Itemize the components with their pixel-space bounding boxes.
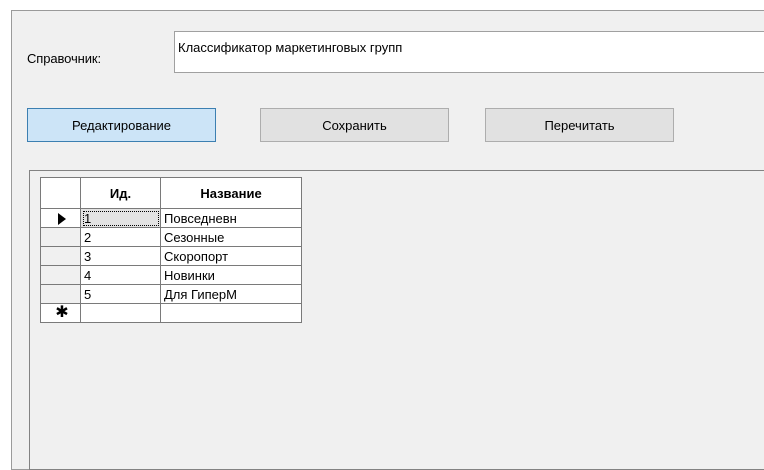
cell-name[interactable]: Повседневн (160, 208, 302, 228)
row-selector[interactable] (40, 284, 81, 304)
cell-id[interactable]: 4 (80, 265, 161, 285)
new-row[interactable]: ✱ (40, 303, 302, 323)
edit-button[interactable]: Редактирование (27, 108, 216, 142)
column-header-id[interactable]: Ид. (80, 177, 161, 209)
row-selector[interactable] (40, 265, 81, 285)
cell-name[interactable]: Сезонные (160, 227, 302, 247)
cell-name-new[interactable] (160, 303, 302, 323)
data-grid[interactable]: Ид. Название 1 Повседневн 2 Сезонные 3 С… (40, 177, 302, 323)
column-header-name[interactable]: Название (160, 177, 302, 209)
row-selector[interactable]: ✱ (40, 303, 81, 323)
new-row-asterisk-icon: ✱ (55, 304, 69, 321)
cell-id[interactable]: 3 (80, 246, 161, 266)
cell-id[interactable]: 2 (80, 227, 161, 247)
cell-id-new[interactable] (80, 303, 161, 323)
cell-id[interactable]: 1 (80, 208, 161, 228)
cell-name[interactable]: Для ГиперМ (160, 284, 302, 304)
cell-id[interactable]: 5 (80, 284, 161, 304)
reload-button[interactable]: Перечитать (485, 108, 674, 142)
row-selector[interactable] (40, 246, 81, 266)
data-grid-container: Ид. Название 1 Повседневн 2 Сезонные 3 С… (29, 170, 764, 470)
dictionary-select[interactable]: Классификатор маркетинговых групп (174, 31, 764, 73)
row-selector[interactable] (40, 208, 81, 228)
row-selector[interactable] (40, 227, 81, 247)
table-row[interactable]: 4 Новинки (40, 265, 302, 285)
save-button[interactable]: Сохранить (260, 108, 449, 142)
current-row-arrow-icon (58, 213, 66, 226)
dictionary-label: Справочник: (27, 51, 102, 66)
grid-header-row: Ид. Название (40, 177, 302, 209)
cell-name[interactable]: Скоропорт (160, 246, 302, 266)
table-row[interactable]: 2 Сезонные (40, 227, 302, 247)
table-row[interactable]: 5 Для ГиперМ (40, 284, 302, 304)
dictionary-panel: Справочник: Классификатор маркетинговых … (11, 10, 764, 470)
table-row[interactable]: 1 Повседневн (40, 208, 302, 228)
table-row[interactable]: 3 Скоропорт (40, 246, 302, 266)
row-selector-header[interactable] (40, 177, 81, 209)
cell-name[interactable]: Новинки (160, 265, 302, 285)
